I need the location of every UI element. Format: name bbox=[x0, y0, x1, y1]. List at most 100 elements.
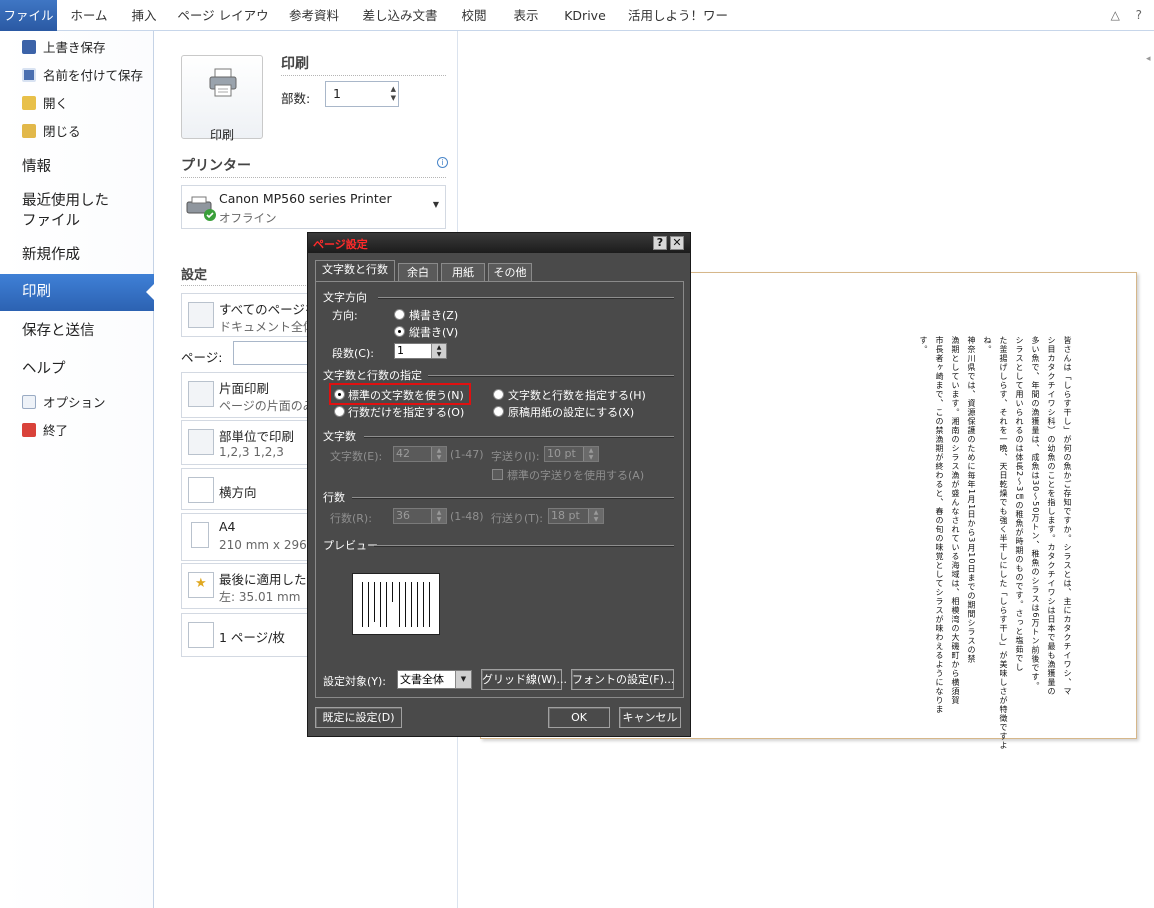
tab-home[interactable]: ホーム bbox=[60, 0, 118, 31]
preview-line bbox=[429, 582, 430, 627]
tab-view[interactable]: 表示 bbox=[502, 0, 550, 31]
ok-button[interactable]: OK bbox=[548, 707, 610, 728]
nav-new[interactable]: 新規作成 bbox=[22, 245, 80, 265]
collate-icon bbox=[188, 429, 214, 455]
tab-margins[interactable]: 余白 bbox=[398, 263, 438, 282]
preview-text-line: 漁期としています。湘南のシラス漁が盛んなされている海域は、相模湾の大磯町から横須… bbox=[951, 336, 960, 705]
preview-text-line: 神奈川県では、資源保護のために毎年1月1日から3月10日までの期間シラスの禁 bbox=[967, 336, 976, 664]
printer-name: Canon MP560 series Printer bbox=[219, 191, 392, 206]
horizontal-radio[interactable] bbox=[394, 309, 405, 320]
close-folder-icon bbox=[22, 124, 36, 138]
preview-line bbox=[417, 582, 418, 627]
open-command[interactable]: 開く bbox=[22, 92, 68, 116]
std-pitch-checkbox[interactable] bbox=[492, 469, 503, 480]
tab-chars-lines[interactable]: 文字数と行数 bbox=[315, 260, 395, 282]
tab-mailings[interactable]: 差し込み文書 bbox=[355, 0, 445, 31]
tab-references[interactable]: 参考資料 bbox=[278, 0, 350, 31]
nav-help[interactable]: ヘルプ bbox=[22, 359, 66, 379]
page-per-sheet-icon bbox=[188, 622, 214, 648]
tab-page-layout[interactable]: ページ レイアウト bbox=[172, 0, 274, 54]
lines-range: (1-48) bbox=[450, 510, 484, 523]
divider bbox=[352, 497, 674, 499]
layout-preview bbox=[352, 573, 440, 635]
save-command[interactable]: 上書き保存 bbox=[22, 36, 106, 60]
preview-line bbox=[380, 582, 381, 627]
line-pitch-label: 行送り(T): bbox=[491, 512, 544, 525]
close-command[interactable]: 閉じる bbox=[22, 120, 81, 144]
open-folder-icon bbox=[22, 96, 36, 110]
print-button-label: 印刷 bbox=[209, 128, 234, 142]
settings-heading: 設定 bbox=[181, 268, 208, 283]
grid-lines-button[interactable]: グリッド線(W)... bbox=[481, 669, 567, 690]
chars-stepper[interactable]: 42 ▲ ▼ bbox=[393, 446, 447, 462]
divider bbox=[374, 545, 674, 547]
chevron-down-icon: ▼ bbox=[455, 671, 471, 688]
divider bbox=[281, 75, 446, 76]
nav-save-send[interactable]: 保存と送信 bbox=[22, 321, 95, 341]
stepper-arrows-icon[interactable]: ▲ ▼ bbox=[588, 509, 603, 523]
pages-label: ページ: bbox=[181, 350, 223, 365]
tab-file[interactable]: ファイル bbox=[0, 0, 57, 31]
stepper-arrows-icon[interactable]: ▲ ▼ bbox=[391, 85, 396, 103]
exit-command[interactable]: 終了 bbox=[22, 419, 68, 443]
nav-info[interactable]: 情報 bbox=[22, 157, 51, 177]
options-command[interactable]: オプション bbox=[22, 391, 106, 415]
collapse-icon[interactable]: ◂ bbox=[1146, 54, 1154, 66]
close-button[interactable]: ✕ bbox=[670, 236, 684, 250]
paper-icon bbox=[191, 522, 209, 548]
printer-select[interactable]: Canon MP560 series Printer オフライン ▼ bbox=[181, 185, 446, 229]
print-title: 印刷 bbox=[281, 56, 309, 72]
stepper-arrows-icon[interactable]: ▲ ▼ bbox=[583, 447, 598, 461]
printer-offline-icon bbox=[186, 196, 216, 221]
vertical-radio[interactable] bbox=[394, 326, 405, 337]
font-settings-button[interactable]: フォントの設定(F)... bbox=[571, 669, 674, 690]
ribbon-help-icons[interactable]: △ ? bbox=[1111, 8, 1148, 22]
printer-icon bbox=[209, 68, 237, 97]
help-button[interactable]: ? bbox=[653, 236, 667, 250]
stepper-arrows-icon[interactable]: ▲ ▼ bbox=[431, 447, 446, 461]
columns-stepper[interactable]: 1 ▲ ▼ bbox=[394, 343, 447, 359]
divider bbox=[428, 375, 674, 377]
chars-lines-radio[interactable] bbox=[493, 389, 504, 400]
divider bbox=[364, 436, 674, 438]
lines-only-radio[interactable] bbox=[334, 406, 345, 417]
save-icon bbox=[22, 40, 36, 54]
preview-group-label: プレビュー bbox=[323, 539, 378, 552]
apply-to-label: 設定対象(Y): bbox=[323, 675, 387, 688]
tab-kdrive[interactable]: KDrive bbox=[556, 0, 614, 31]
preview-text-line: す。 bbox=[919, 336, 928, 354]
preview-text-line: ね。 bbox=[983, 336, 992, 354]
stepper-arrows-icon[interactable]: ▲ ▼ bbox=[431, 344, 446, 358]
landscape-icon bbox=[188, 477, 214, 503]
line-pitch-stepper[interactable]: 18 pt ▲ ▼ bbox=[548, 508, 604, 524]
tab-other[interactable]: その他 bbox=[488, 263, 532, 282]
spec-group-label: 文字数と行数の指定 bbox=[323, 369, 422, 382]
options-icon bbox=[22, 395, 36, 409]
preview-line bbox=[374, 582, 375, 622]
exit-icon bbox=[22, 423, 36, 437]
print-button[interactable]: 印刷 bbox=[181, 55, 263, 142]
preview-text-line: た釜揚げしらす、それを一晩、天日乾燥でも強く半干しにした「しらす干し」が美味しさ… bbox=[999, 336, 1008, 750]
tab-word-tips[interactable]: 活用しよう！ワード bbox=[622, 0, 734, 54]
set-default-button[interactable]: 既定に設定(D) bbox=[315, 707, 402, 728]
char-pitch-stepper[interactable]: 10 pt ▲ ▼ bbox=[544, 446, 599, 462]
pages-icon bbox=[188, 302, 214, 328]
manuscript-radio[interactable] bbox=[493, 406, 504, 417]
tab-paper[interactable]: 用紙 bbox=[441, 263, 485, 282]
copies-stepper[interactable]: 1 ▲ ▼ bbox=[325, 81, 399, 107]
char-pitch-label: 字送り(I): bbox=[491, 450, 540, 463]
std-pitch-label: 標準の字送りを使用する(A) bbox=[507, 469, 645, 482]
direction-group-label: 文字方向 bbox=[323, 291, 367, 304]
tab-review[interactable]: 校閲 bbox=[450, 0, 498, 31]
save-as-command[interactable]: 名前を付けて保存 bbox=[22, 64, 143, 88]
tab-insert[interactable]: 挿入 bbox=[120, 0, 168, 31]
nav-recent[interactable]: 最近使用した ファイル bbox=[22, 191, 109, 231]
lines-only-label: 行数だけを指定する(O) bbox=[348, 406, 465, 419]
info-icon[interactable]: i bbox=[437, 157, 448, 168]
nav-print[interactable]: 印刷 bbox=[0, 274, 154, 311]
lines-stepper[interactable]: 36 ▲ ▼ bbox=[393, 508, 447, 524]
apply-to-select[interactable]: 文書全体 ▼ bbox=[397, 670, 472, 689]
preview-line bbox=[405, 582, 406, 627]
stepper-arrows-icon[interactable]: ▲ ▼ bbox=[431, 509, 446, 523]
cancel-button[interactable]: キャンセル bbox=[619, 707, 681, 728]
